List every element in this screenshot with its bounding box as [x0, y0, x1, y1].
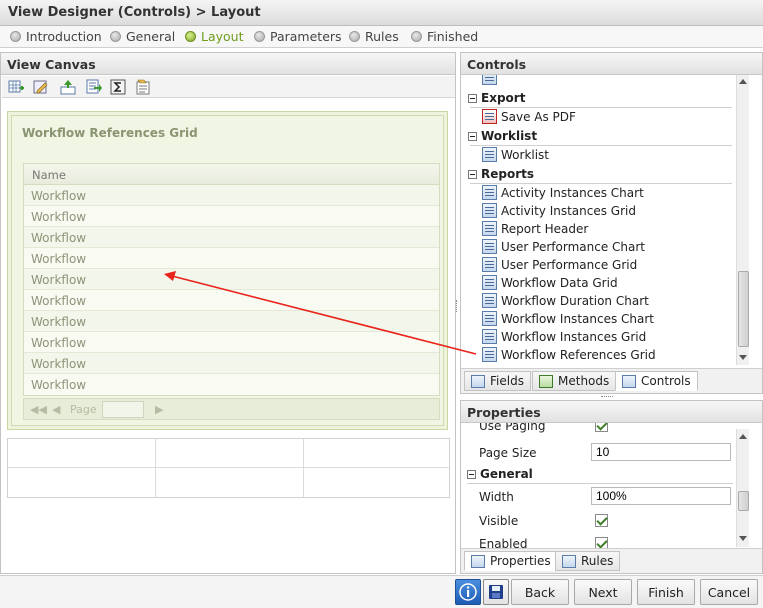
arrow-line [171, 275, 477, 355]
drag-arrow-annotation [164, 271, 477, 355]
finish-button[interactable]: Finish [637, 579, 695, 605]
save-button[interactable] [483, 579, 509, 605]
back-button[interactable]: Back [511, 579, 569, 605]
next-button[interactable]: Next [574, 579, 632, 605]
arrow-head [164, 271, 176, 281]
info-button[interactable] [455, 579, 481, 605]
info-icon [459, 583, 477, 601]
cancel-button[interactable]: Cancel [700, 579, 758, 605]
save-icon [489, 585, 503, 599]
